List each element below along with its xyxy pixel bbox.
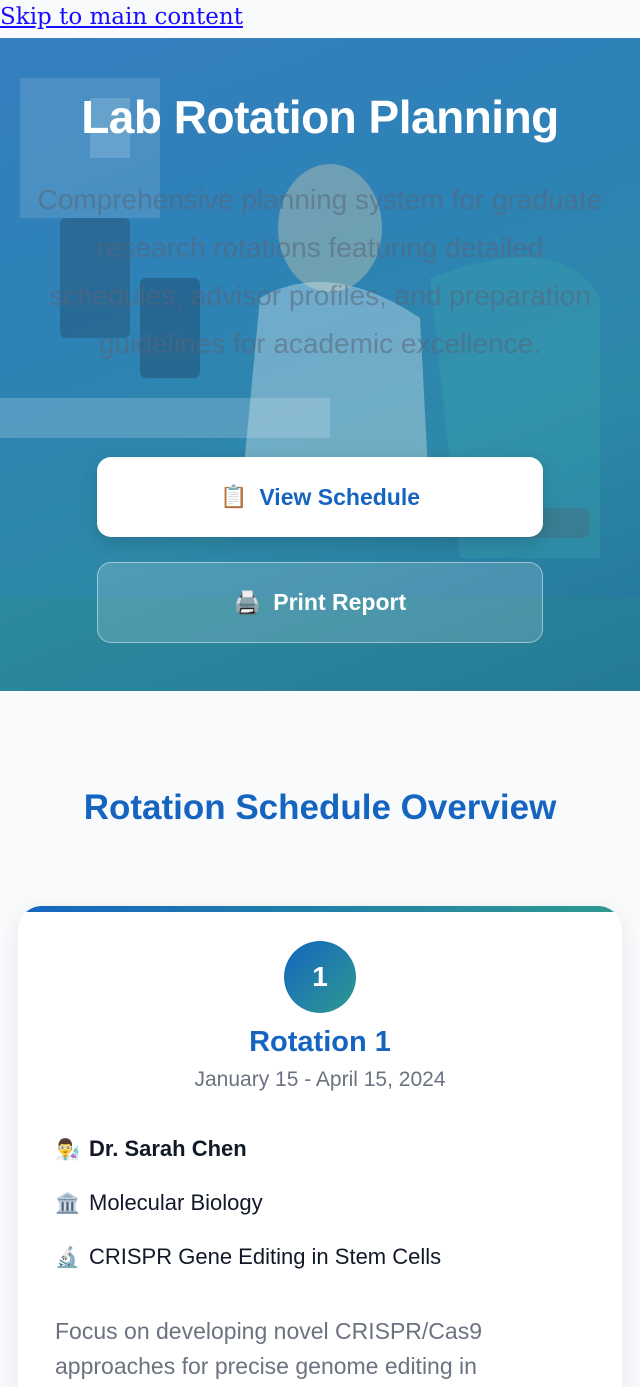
- microscope-icon: 🔬: [55, 1246, 80, 1269]
- hero-subtitle: Comprehensive planning system for gradua…: [37, 184, 603, 359]
- clipboard-icon: 📋: [219, 484, 248, 509]
- project-name: CRISPR Gene Editing in Stem Cells: [89, 1244, 442, 1269]
- rotation-title: Rotation 1: [249, 1026, 391, 1058]
- schedule-section-title: Rotation Schedule Overview: [83, 788, 557, 827]
- view-schedule-button[interactable]: 📋 View Schedule: [97, 457, 543, 537]
- rotation-description: Focus on developing novel CRISPR/Cas9 ap…: [55, 1318, 483, 1379]
- print-report-label: Print Report: [273, 589, 407, 615]
- institution-icon: 🏛️: [55, 1192, 80, 1215]
- advisor-row: 👨‍🔬 Dr. Sarah Chen: [55, 1136, 247, 1162]
- card-accent-bar: [18, 906, 622, 912]
- rotation-number-badge: 1: [284, 941, 356, 1013]
- view-schedule-label: View Schedule: [259, 483, 421, 510]
- rotation-dates: January 15 - April 15, 2024: [194, 1068, 446, 1091]
- project-row: 🔬 CRISPR Gene Editing in Stem Cells: [55, 1244, 441, 1270]
- advisor-name: Dr. Sarah Chen: [89, 1136, 247, 1161]
- rotation-card: 1 Rotation 1 January 15 - April 15, 2024…: [18, 906, 622, 1387]
- hero-banner: Lab Rotation Planning Comprehensive plan…: [0, 38, 640, 691]
- department-row: 🏛️ Molecular Biology: [55, 1190, 263, 1216]
- printer-icon: 🖨️: [233, 589, 262, 615]
- print-report-button[interactable]: 🖨️ Print Report: [97, 562, 543, 643]
- hero-title: Lab Rotation Planning: [81, 91, 559, 143]
- scientist-icon: 👨‍🔬: [55, 1138, 80, 1161]
- skip-to-content-link[interactable]: Skip to main content: [0, 4, 243, 32]
- department-name: Molecular Biology: [89, 1190, 263, 1215]
